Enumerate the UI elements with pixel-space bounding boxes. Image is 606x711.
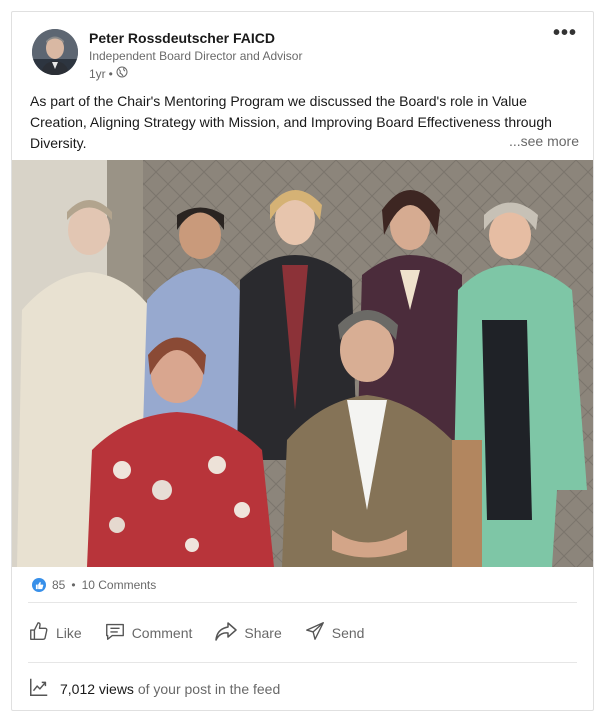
see-more-link[interactable]: ...see more: [504, 133, 579, 149]
counts-separator: •: [71, 578, 76, 592]
author-name[interactable]: Peter Rossdeutscher FAICD: [89, 30, 275, 46]
action-bar: Like Comment Share Send: [26, 616, 366, 649]
comments-count[interactable]: 10 Comments: [82, 578, 157, 592]
author-headline: Independent Board Director and Advisor: [89, 49, 303, 63]
feed-post-card: Peter Rossdeutscher FAICD Independent Bo…: [11, 11, 594, 711]
send-label: Send: [331, 624, 365, 641]
post-text: As part of the Chair's Mentoring Program…: [30, 93, 552, 151]
comment-icon: [104, 620, 126, 645]
comment-label: Comment: [131, 624, 193, 641]
share-label: Share: [244, 624, 282, 641]
more-horizontal-icon: •••: [552, 22, 577, 44]
like-button[interactable]: Like: [26, 616, 84, 649]
like-label: Like: [56, 624, 82, 641]
share-button[interactable]: Share: [212, 616, 283, 649]
author-avatar[interactable]: [32, 29, 78, 75]
like-reaction-icon: [32, 578, 46, 592]
globe-icon: [116, 66, 128, 81]
reaction-count[interactable]: 85: [52, 578, 65, 592]
more-options-button[interactable]: •••: [553, 23, 577, 43]
post-image[interactable]: [12, 160, 593, 567]
send-button[interactable]: Send: [302, 616, 367, 649]
social-counts[interactable]: 85 • 10 Comments: [32, 578, 156, 592]
analytics-chart-icon: [28, 676, 50, 701]
comment-button[interactable]: Comment: [102, 616, 195, 649]
divider: [28, 602, 577, 603]
post-analytics-link[interactable]: 7,012 views of your post in the feed: [28, 676, 280, 701]
thumbs-up-icon: [28, 620, 50, 645]
meta-separator: •: [108, 66, 113, 81]
divider: [28, 662, 577, 663]
send-icon: [304, 620, 326, 645]
views-suffix: of your post in the feed: [137, 680, 281, 697]
post-time: 1yr: [89, 66, 106, 81]
post-meta: 1yr •: [89, 66, 128, 81]
share-arrow-icon: [214, 620, 238, 645]
views-count: 7,012 views: [60, 680, 134, 697]
